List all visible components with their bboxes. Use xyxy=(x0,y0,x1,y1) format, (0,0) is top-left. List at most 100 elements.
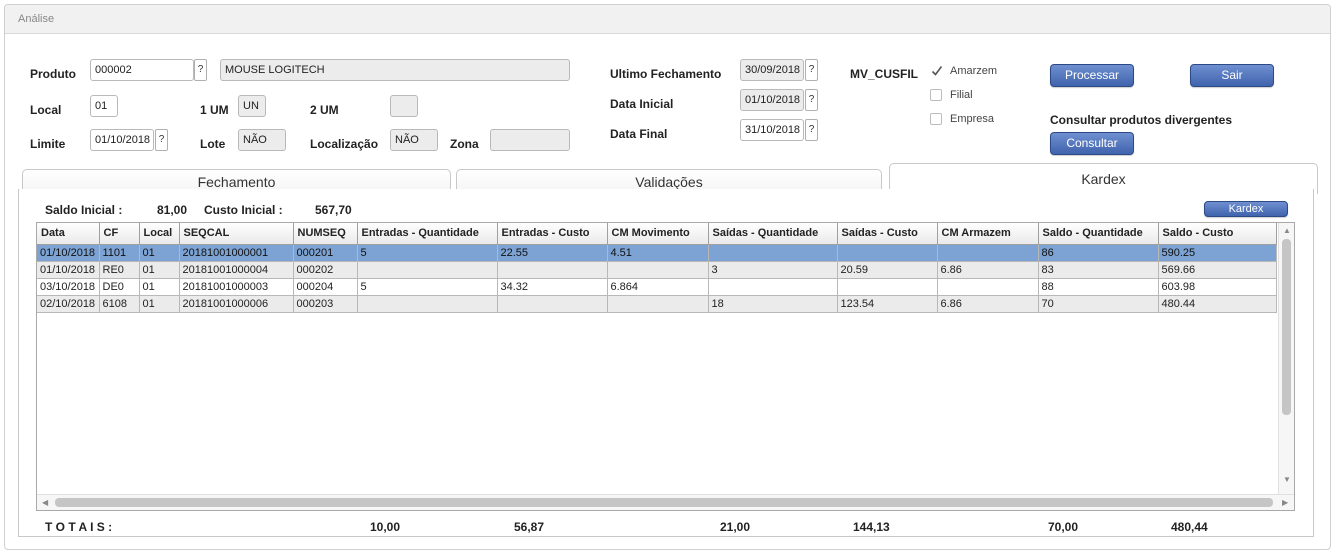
local-field[interactable]: 01 xyxy=(90,95,118,117)
table-cell: 88 xyxy=(1038,278,1159,296)
zona-field xyxy=(490,129,570,151)
data-final-lookup-button[interactable]: ? xyxy=(805,119,818,141)
column-header[interactable]: Saldo - Custo xyxy=(1158,223,1277,245)
total-entradas-custo: 56,87 xyxy=(514,520,545,534)
scroll-up-icon[interactable]: ▲ xyxy=(1283,226,1291,235)
table-row[interactable]: 02/10/2018 6108 01 20181001000006 000203 18 12… xyxy=(37,295,1277,313)
total-saidas-custo: 144,13 xyxy=(853,520,890,534)
table-cell: 603.98 xyxy=(1158,278,1277,296)
window-title: Análise xyxy=(18,13,55,25)
processar-button[interactable]: Processar xyxy=(1050,64,1134,87)
table-cell: 22.55 xyxy=(497,244,608,262)
column-header[interactable]: Data xyxy=(37,223,100,245)
table-cell: 20181001000006 xyxy=(179,295,294,313)
scroll-left-icon[interactable]: ◀ xyxy=(42,498,48,507)
table-cell xyxy=(708,278,838,296)
kardex-table: Data CF Local SEQCAL NUMSEQ Entradas - Quanti… xyxy=(37,223,1277,313)
mv-cusfil-label: MV_CUSFIL xyxy=(850,67,919,81)
table-cell: 18 xyxy=(708,295,838,313)
ultimo-fechamento-field: 30/09/2018 xyxy=(740,59,804,81)
scroll-down-icon[interactable]: ▼ xyxy=(1283,475,1291,484)
table-cell: 000202 xyxy=(293,261,358,279)
vertical-scroll-thumb[interactable] xyxy=(1282,239,1291,415)
column-header[interactable]: Entradas - Custo xyxy=(497,223,608,245)
filial-option-label: Filial xyxy=(950,89,973,101)
column-header[interactable]: CM Movimento xyxy=(607,223,709,245)
empresa-checkbox[interactable] xyxy=(930,113,942,125)
table-cell: 34.32 xyxy=(497,278,608,296)
um1-label: 1 UM xyxy=(200,103,229,117)
column-header[interactable]: Local xyxy=(139,223,180,245)
ultimo-fechamento-label: Ultimo Fechamento xyxy=(610,67,722,81)
column-header[interactable]: NUMSEQ xyxy=(293,223,358,245)
table-cell xyxy=(937,244,1039,262)
table-cell: 70 xyxy=(1038,295,1159,313)
table-cell: 01 xyxy=(139,278,180,296)
table-cell xyxy=(497,261,608,279)
table-cell: 20181001000003 xyxy=(179,278,294,296)
table-cell xyxy=(937,278,1039,296)
saldo-inicial-value: 81,00 xyxy=(157,203,188,217)
column-header[interactable]: Saídas - Quantidade xyxy=(708,223,838,245)
um1-field: UN xyxy=(238,95,266,117)
table-cell: 86 xyxy=(1038,244,1159,262)
table-cell: 83 xyxy=(1038,261,1159,279)
table-cell: 6108 xyxy=(99,295,140,313)
lote-field: NÃO xyxy=(238,129,286,151)
kardex-button[interactable]: Kardex xyxy=(1204,201,1288,217)
table-row[interactable]: 03/10/2018 DE0 01 20181001000003 000204 5 34.3… xyxy=(37,278,1277,296)
produto-code-field[interactable]: 000002 xyxy=(90,59,194,81)
filial-checkbox[interactable] xyxy=(930,89,942,101)
table-cell: 6.86 xyxy=(937,261,1039,279)
horizontal-scrollbar[interactable]: ◀ ▶ xyxy=(37,494,1294,510)
table-cell: 1101 xyxy=(99,244,140,262)
table-cell: 20181001000001 xyxy=(179,244,294,262)
table-cell: 01 xyxy=(139,244,180,262)
table-cell: 01/10/2018 xyxy=(37,244,100,262)
scroll-right-icon[interactable]: ▶ xyxy=(1282,498,1288,507)
data-inicial-lookup-button[interactable]: ? xyxy=(805,89,818,111)
totals-label: T O T A I S : xyxy=(45,520,113,534)
kardex-grid: Data CF Local SEQCAL NUMSEQ Entradas - Quanti… xyxy=(36,222,1295,511)
consultar-button[interactable]: Consultar xyxy=(1050,132,1134,155)
table-row[interactable]: 01/10/2018 1101 01 20181001000001 000201 5 22.… xyxy=(37,244,1277,262)
horizontal-scroll-thumb[interactable] xyxy=(55,498,1273,507)
checkmark-icon xyxy=(931,66,943,76)
limite-lookup-button[interactable]: ? xyxy=(155,129,168,151)
table-cell: 01 xyxy=(139,295,180,313)
column-header[interactable]: Saídas - Custo xyxy=(837,223,938,245)
table-cell: 123.54 xyxy=(837,295,938,313)
data-final-field[interactable]: 31/10/2018 xyxy=(740,119,804,141)
um2-label: 2 UM xyxy=(310,103,339,117)
table-cell: 5 xyxy=(357,244,498,262)
column-header[interactable]: CM Armazem xyxy=(937,223,1039,245)
total-entradas-quantidade: 10,00 xyxy=(370,520,401,534)
vertical-scrollbar[interactable]: ▲ ▼ xyxy=(1278,223,1294,495)
table-cell xyxy=(497,295,608,313)
localizacao-label: Localização xyxy=(310,137,379,151)
table-cell: 02/10/2018 xyxy=(37,295,100,313)
localizacao-field: NÃO xyxy=(390,129,438,151)
produto-label: Produto xyxy=(30,67,76,81)
table-cell: 20181001000004 xyxy=(179,261,294,279)
local-label: Local xyxy=(30,103,62,117)
table-row[interactable]: 01/10/2018 RE0 01 20181001000004 000202 3 20.5… xyxy=(37,261,1277,279)
table-cell: 000201 xyxy=(293,244,358,262)
data-inicial-label: Data Inicial xyxy=(610,97,674,111)
column-header[interactable]: SEQCAL xyxy=(179,223,294,245)
divergentes-label: Consultar produtos divergentes xyxy=(1050,113,1233,127)
limite-field[interactable]: 01/10/2018 xyxy=(90,129,154,151)
sair-button[interactable]: Sair xyxy=(1190,64,1274,87)
table-cell: 01/10/2018 xyxy=(37,261,100,279)
table-cell: 03/10/2018 xyxy=(37,278,100,296)
column-header[interactable]: Saldo - Quantidade xyxy=(1038,223,1159,245)
table-cell: 000204 xyxy=(293,278,358,296)
produto-lookup-button[interactable]: ? xyxy=(194,59,207,81)
ultimo-fechamento-lookup-button[interactable]: ? xyxy=(805,59,818,81)
column-header[interactable]: CF xyxy=(99,223,140,245)
table-cell xyxy=(607,295,709,313)
zona-label: Zona xyxy=(450,137,479,151)
column-header[interactable]: Entradas - Quantidade xyxy=(357,223,498,245)
table-cell: RE0 xyxy=(99,261,140,279)
amarzem-checkbox[interactable] xyxy=(930,64,943,76)
